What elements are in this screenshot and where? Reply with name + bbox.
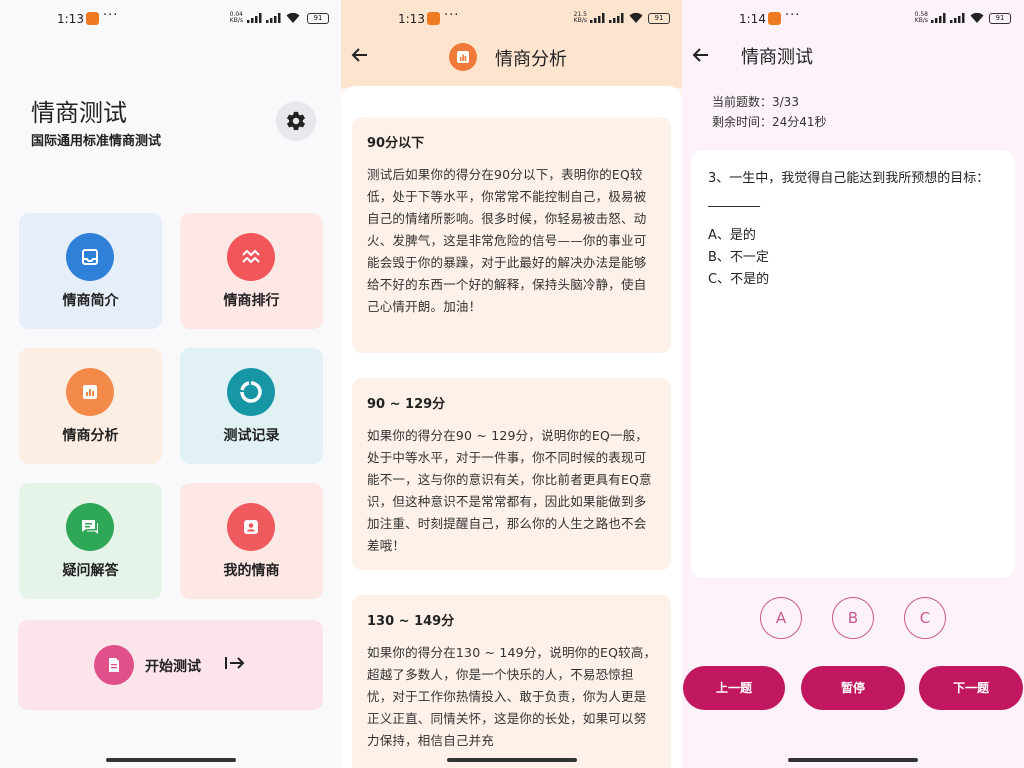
question-text: 3、一生中，我觉得自己能达到我所预想的目标：________ xyxy=(708,171,990,208)
wifi-icon xyxy=(286,12,300,23)
home-screen: 1:13 ··· 0.04 KB/s 91 情商测试 国际通用标准情商测试 情商… xyxy=(0,0,341,768)
tile-my-eq[interactable]: 我的情商 xyxy=(180,483,323,599)
network-speed: 0.04 KB/s xyxy=(229,11,243,24)
document-icon xyxy=(94,645,134,685)
card-text: 如果你的得分在130 ~ 149分，说明你的EQ较高，超越了多数人，你是一个快乐… xyxy=(367,645,657,748)
status-time: 1:13 xyxy=(398,12,425,26)
option-text: C、不是的 xyxy=(708,272,770,287)
tile-eq-analysis[interactable]: 情商分析 xyxy=(19,348,162,464)
tile-label: 疑问解答 xyxy=(62,563,119,579)
tile-label: 我的情商 xyxy=(223,563,280,579)
more-dots-icon: ··· xyxy=(103,8,119,23)
wifi-icon xyxy=(629,12,643,23)
page-title: 情商测试 xyxy=(741,47,813,68)
battery-icon: 91 xyxy=(989,13,1011,24)
status-bar: 1:14 ··· 0.58 KB/s 91 xyxy=(682,0,1024,38)
network-speed: 0.58 KB/s xyxy=(914,11,928,24)
donut-icon xyxy=(227,368,275,416)
chat-icon xyxy=(66,503,114,551)
remaining-time: 剩余时间：24分41秒 xyxy=(712,115,827,129)
more-dots-icon: ··· xyxy=(785,8,801,23)
card-heading: 130 ~ 149分 xyxy=(367,614,455,629)
card-text: 如果你的得分在90 ~ 129分，说明你的EQ一般，处于中等水平，对于一件事，你… xyxy=(367,428,652,553)
analysis-card: 130 ~ 149分 如果你的得分在130 ~ 149分，说明你的EQ较高，超越… xyxy=(352,595,671,768)
option-text: B、不一定 xyxy=(708,250,769,265)
inbox-icon xyxy=(66,233,114,281)
person-icon xyxy=(227,503,275,551)
option-text: A、是的 xyxy=(708,228,756,243)
choice-c-button[interactable]: C xyxy=(904,597,946,639)
status-bar: 1:13 ··· 21.5 KB/s 91 xyxy=(341,0,682,38)
back-arrow-icon[interactable] xyxy=(351,46,369,64)
back-arrow-icon[interactable] xyxy=(692,46,710,64)
app-subtitle: 国际通用标准情商测试 xyxy=(31,134,162,149)
question-card: 3、一生中，我觉得自己能达到我所预想的目标：________ A、是的 B、不一… xyxy=(691,150,1015,578)
prev-question-button[interactable]: 上一题 xyxy=(683,666,785,710)
card-heading: 90 ~ 129分 xyxy=(367,397,446,412)
start-test-button[interactable]: 开始测试 xyxy=(18,620,323,710)
signal-icon xyxy=(590,13,605,23)
analysis-card: 90分以下 测试后如果你的得分在90分以下，表明你的EQ较低，处于下等水平，你常… xyxy=(352,117,671,353)
tile-label: 情商排行 xyxy=(223,293,280,309)
network-speed: 21.5 KB/s xyxy=(573,11,587,24)
settings-button[interactable] xyxy=(276,101,316,141)
signal-icon xyxy=(247,13,262,23)
wifi-icon xyxy=(970,12,984,23)
home-indicator xyxy=(446,758,577,762)
home-indicator xyxy=(788,758,918,762)
more-dots-icon: ··· xyxy=(444,8,460,23)
mi-app-icon xyxy=(768,12,781,25)
choice-a-button[interactable]: A xyxy=(760,597,802,639)
status-time: 1:14 xyxy=(739,12,766,26)
mi-app-icon xyxy=(86,12,99,25)
status-time: 1:13 xyxy=(57,12,84,26)
status-bar: 1:13 ··· 0.04 KB/s 91 xyxy=(0,0,341,38)
tile-label: 情商简介 xyxy=(62,293,119,309)
analysis-card: 90 ~ 129分 如果你的得分在90 ~ 129分，说明你的EQ一般，处于中等… xyxy=(352,378,671,570)
next-question-button[interactable]: 下一题 xyxy=(919,666,1023,710)
signal-icon xyxy=(609,13,624,23)
card-text: 测试后如果你的得分在90分以下，表明你的EQ较低，处于下等水平，你常常不能控制自… xyxy=(367,167,647,314)
trend-icon xyxy=(227,233,275,281)
app-title: 情商测试 xyxy=(31,99,127,127)
signal-icon xyxy=(950,13,965,23)
question-progress: 当前题数：3/33 xyxy=(712,95,799,109)
pause-button[interactable]: 暂停 xyxy=(801,666,905,710)
tile-label: 情商分析 xyxy=(62,428,119,444)
mi-app-icon xyxy=(427,12,440,25)
battery-icon: 91 xyxy=(307,13,329,24)
home-indicator xyxy=(105,758,236,762)
tile-eq-intro[interactable]: 情商简介 xyxy=(19,213,162,329)
chart-icon xyxy=(66,368,114,416)
tile-test-records[interactable]: 测试记录 xyxy=(180,348,323,464)
tile-label: 测试记录 xyxy=(223,428,280,444)
analysis-screen: 1:13 ··· 21.5 KB/s 91 情商分析 90分以下 测试后如果你的… xyxy=(341,0,682,768)
signal-icon xyxy=(931,13,946,23)
start-test-label: 开始测试 xyxy=(145,659,201,675)
choice-b-button[interactable]: B xyxy=(832,597,874,639)
chart-icon xyxy=(449,43,477,71)
quiz-screen: 1:14 ··· 0.58 KB/s 91 情商测试 当前题数：3/33 剩余时… xyxy=(682,0,1024,768)
login-arrow-icon xyxy=(225,657,245,669)
card-heading: 90分以下 xyxy=(367,136,425,151)
page-title: 情商分析 xyxy=(495,49,567,70)
analysis-list[interactable]: 90分以下 测试后如果你的得分在90分以下，表明你的EQ较低，处于下等水平，你常… xyxy=(341,86,682,768)
signal-icon xyxy=(266,13,281,23)
tile-faq[interactable]: 疑问解答 xyxy=(19,483,162,599)
tile-eq-ranking[interactable]: 情商排行 xyxy=(180,213,323,329)
battery-icon: 91 xyxy=(648,13,670,24)
gear-icon xyxy=(287,111,305,131)
